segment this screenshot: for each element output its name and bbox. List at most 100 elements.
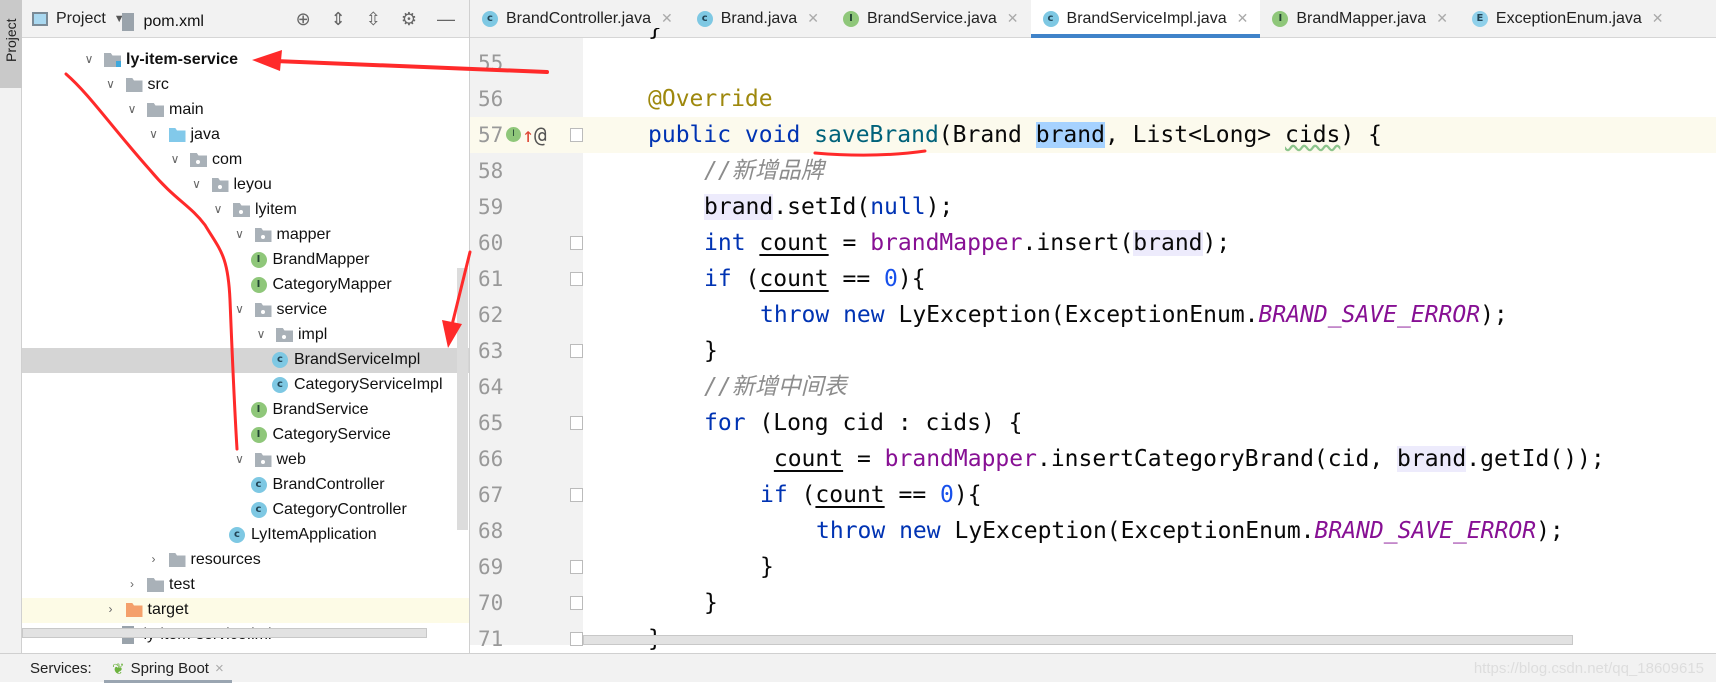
spring-boot-tab[interactable]: ❦ Spring Boot × xyxy=(104,654,232,683)
fold-marker-icon[interactable] xyxy=(570,560,583,574)
chevron-down-icon[interactable]: ∨ xyxy=(233,452,247,466)
tab-label: BrandMapper.java xyxy=(1296,9,1427,27)
chevron-right-icon[interactable]: › xyxy=(125,577,139,591)
tree-item[interactable]: pom.xml xyxy=(22,10,469,35)
tree-item[interactable]: ∨ lyitem xyxy=(22,198,469,223)
tree-vertical-scrollbar[interactable] xyxy=(457,268,468,530)
fold-marker-icon[interactable] xyxy=(570,596,583,610)
tree-item[interactable]: ∨ mapper xyxy=(22,223,469,248)
chevron-down-icon[interactable]: ∨ xyxy=(190,177,204,191)
code-line[interactable]: } xyxy=(583,549,1716,585)
line-number-text: 56 xyxy=(478,87,504,111)
code-token: //新增品牌 xyxy=(704,158,824,184)
tree-item[interactable]: c BrandController xyxy=(22,473,469,498)
line-number-text: 68 xyxy=(478,519,504,543)
chevron-down-icon[interactable]: ∨ xyxy=(254,327,268,341)
annotation-icon[interactable]: @ xyxy=(534,117,547,153)
tree-item[interactable]: › resources xyxy=(22,548,469,573)
chevron-down-icon[interactable]: ∨ xyxy=(82,52,96,66)
close-icon[interactable]: × xyxy=(215,660,224,683)
code-line[interactable]: public void saveBrand(Brand brand, List<… xyxy=(583,117,1716,153)
tree-item[interactable]: ∨ leyou xyxy=(22,173,469,198)
tree-item[interactable]: c CategoryController xyxy=(22,498,469,523)
tree-item[interactable]: ∨ service xyxy=(22,298,469,323)
tree-item[interactable]: I BrandMapper xyxy=(22,248,469,273)
code-token: brand xyxy=(1035,122,1105,148)
fold-marker-icon[interactable] xyxy=(570,128,583,142)
chevron-right-icon[interactable]: › xyxy=(147,552,161,566)
code-line[interactable]: //新增中间表 xyxy=(583,369,1716,405)
close-icon[interactable]: ✕ xyxy=(1652,10,1664,27)
code-line[interactable]: throw new LyException(ExceptionEnum.BRAN… xyxy=(583,297,1716,333)
tree-item[interactable]: ∨ impl xyxy=(22,323,469,348)
fold-marker-icon[interactable] xyxy=(570,416,583,430)
line-number: 68 xyxy=(470,513,583,549)
tree-item[interactable]: I CategoryMapper xyxy=(22,273,469,298)
code-token: .insert( xyxy=(1022,230,1134,256)
code-line[interactable]: } xyxy=(583,333,1716,369)
chevron-right-icon[interactable]: › xyxy=(104,602,118,616)
class-icon: c xyxy=(272,352,288,368)
chevron-down-icon[interactable]: ∨ xyxy=(233,227,247,241)
tree-item[interactable]: ∨ java xyxy=(22,123,469,148)
tree-item[interactable]: ∨ ly-item-service xyxy=(22,48,469,73)
fold-marker-icon[interactable] xyxy=(570,344,583,358)
code-token: ( xyxy=(801,482,816,508)
override-arrow-icon[interactable]: ↑ xyxy=(522,117,534,153)
tree-horizontal-scrollbar[interactable] xyxy=(22,628,427,638)
tree-item-label: CategoryService xyxy=(272,426,391,443)
chevron-down-icon[interactable]: ∨ xyxy=(104,77,118,91)
code-line[interactable]: brand.setId(null); xyxy=(583,189,1716,225)
code-line[interactable]: for (Long cid : cids) { xyxy=(583,405,1716,441)
code-line[interactable]: int count = brandMapper.insert(brand); xyxy=(583,225,1716,261)
tree-item[interactable]: c CategoryServiceImpl xyxy=(22,373,469,398)
tree-item[interactable]: I CategoryService xyxy=(22,423,469,448)
code-token: ( xyxy=(745,266,760,292)
fold-marker-icon[interactable] xyxy=(570,632,583,646)
code-token: saveBrand xyxy=(814,122,939,148)
tree-item[interactable]: c LyItemApplication xyxy=(22,523,469,548)
fold-marker-icon[interactable] xyxy=(570,272,583,286)
code-line[interactable]: throw new LyException(ExceptionEnum.BRAN… xyxy=(583,513,1716,549)
class-icon: c xyxy=(250,502,267,518)
tree-item[interactable]: ∨ com xyxy=(22,148,469,173)
close-icon[interactable]: ✕ xyxy=(1436,10,1448,27)
chevron-down-icon[interactable]: ∨ xyxy=(233,302,247,316)
chevron-down-icon[interactable]: ∨ xyxy=(147,127,161,141)
tree-item-label: BrandService xyxy=(272,401,369,418)
chevron-down-icon[interactable]: ∨ xyxy=(168,152,182,166)
close-icon[interactable]: ✕ xyxy=(1007,10,1019,27)
tree-item[interactable]: I BrandService xyxy=(22,398,469,423)
editor-horizontal-scrollbar[interactable] xyxy=(583,635,1573,645)
tree-item[interactable]: ∨ web xyxy=(22,448,469,473)
code-line[interactable]: if (count == 0){ xyxy=(583,477,1716,513)
chevron-down-icon[interactable]: ∨ xyxy=(125,102,139,116)
code-line[interactable]: @Override xyxy=(583,81,1716,117)
chevron-down-icon[interactable]: ∨ xyxy=(211,202,225,216)
tree-item[interactable]: › target xyxy=(22,598,469,623)
interface-icon: I xyxy=(1272,10,1289,27)
fold-marker-icon[interactable] xyxy=(570,488,583,502)
code-line[interactable]: if (count == 0){ xyxy=(583,261,1716,297)
code-line[interactable] xyxy=(583,45,1716,81)
code-line[interactable]: } xyxy=(583,585,1716,621)
code-line[interactable]: count = brandMapper.insertCategoryBrand(… xyxy=(583,441,1716,477)
tree-item[interactable]: ∨ main xyxy=(22,98,469,123)
code-line[interactable]: //新增品牌 xyxy=(583,153,1716,189)
excluded-folder-icon xyxy=(125,603,143,617)
close-icon[interactable]: ✕ xyxy=(661,10,673,27)
project-panel: Project ▼ ⊕ ⇕ ⇳ ⚙ — pom.xml ∨ ly-item-serv… xyxy=(22,0,470,653)
tree-item[interactable]: ∨ src xyxy=(22,73,469,98)
implements-icon[interactable]: I xyxy=(506,127,521,142)
project-tool-tab[interactable]: Project xyxy=(0,0,22,88)
code-token: count xyxy=(759,266,829,292)
code-token: == xyxy=(884,482,941,508)
tree-item[interactable]: c BrandServiceImpl xyxy=(22,348,469,373)
close-icon[interactable]: ✕ xyxy=(807,10,819,27)
tree-item[interactable]: › test xyxy=(22,573,469,598)
fold-marker-icon[interactable] xyxy=(570,236,583,250)
line-number-text: 58 xyxy=(478,159,504,183)
close-icon[interactable]: ✕ xyxy=(1237,10,1249,27)
line-number: 66 xyxy=(470,441,583,477)
class-icon: c xyxy=(696,10,713,27)
